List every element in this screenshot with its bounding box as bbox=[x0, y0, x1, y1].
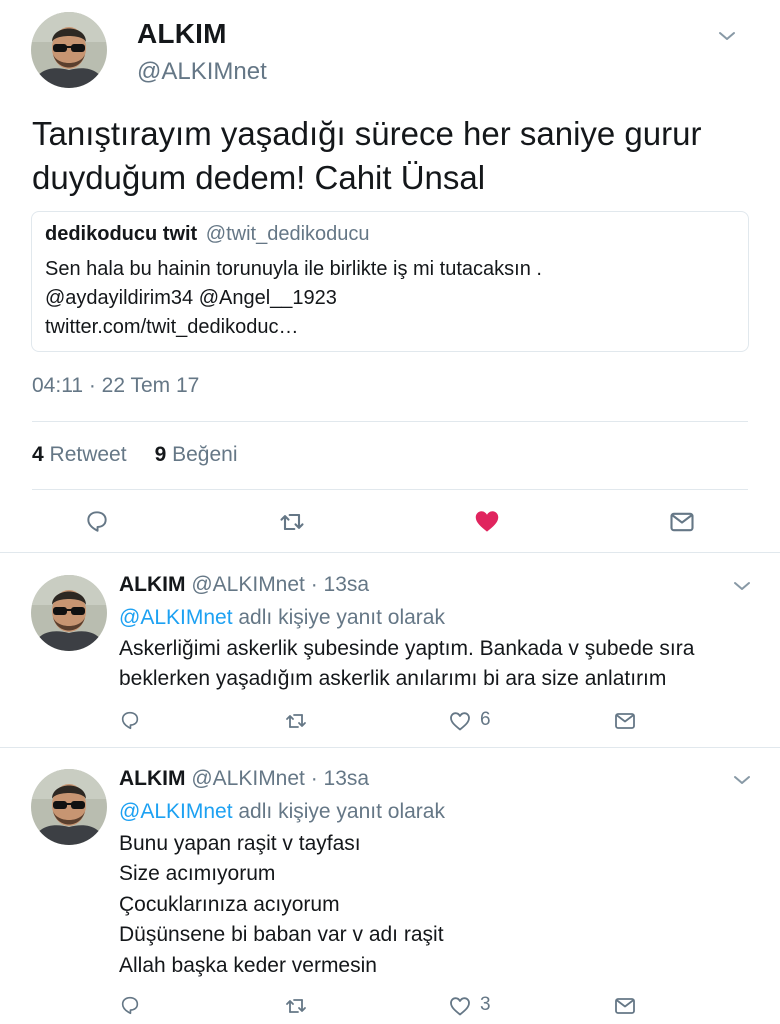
reply-author-name: ALKIM bbox=[119, 767, 186, 790]
reply-to-link[interactable]: @ALKIMnet bbox=[119, 800, 233, 823]
chevron-down-icon[interactable] bbox=[733, 580, 751, 592]
main-tweet-text: Tanıştırayım yaşadığı sürece her saniye … bbox=[32, 115, 702, 196]
reply-like-count: 3 bbox=[480, 994, 491, 1015]
divider bbox=[0, 552, 780, 553]
reply-icon[interactable] bbox=[84, 508, 110, 534]
main-tweet-author-handle[interactable]: @ALKIMnet bbox=[137, 58, 267, 86]
main-tweet-timestamp[interactable]: 04:11 · 22 Tem 17 bbox=[32, 374, 199, 398]
reply-to-suffix: adlı kişiye yanıt olarak bbox=[238, 800, 445, 823]
chevron-down-icon[interactable] bbox=[733, 774, 751, 786]
reply-author-name: ALKIM bbox=[119, 573, 186, 596]
reply-text-line: beklerken yaşadığım askerlik anılarımı b… bbox=[119, 667, 667, 690]
retweet-label: Retweet bbox=[49, 443, 127, 466]
reply-header[interactable]: ALKIM @ALKIMnet · 13sa bbox=[119, 767, 369, 791]
main-tweet-author-name[interactable]: ALKIM bbox=[137, 18, 227, 50]
like-label: Beğeni bbox=[172, 443, 238, 466]
reply-text-line: Size acımıyorum bbox=[119, 862, 276, 885]
reply-text-line: Askerliğimi askerlik şubesinde yaptım. B… bbox=[119, 637, 695, 660]
retweet-stat[interactable]: 4 Retweet bbox=[32, 443, 127, 466]
reply-to-suffix: adlı kişiye yanıt olarak bbox=[238, 606, 445, 629]
reply-to-link[interactable]: @ALKIMnet bbox=[119, 606, 233, 629]
engagement-stats: 4 Retweet 9 Beğeni bbox=[32, 443, 238, 467]
reply-context: @ALKIMnet adlı kişiye yanıt olarak bbox=[119, 606, 445, 630]
reply-icon[interactable] bbox=[119, 709, 141, 731]
divider bbox=[32, 421, 748, 422]
reply-text-line: Düşünsene bi baban var v adı raşit bbox=[119, 923, 444, 946]
message-icon[interactable] bbox=[613, 994, 637, 1018]
reply-text-line: Allah başka keder vermesin bbox=[119, 954, 377, 977]
quoted-tweet-author-handle: @twit_dedikoducu bbox=[205, 223, 370, 245]
reply-handle-time: @ALKIMnet · 13sa bbox=[191, 767, 370, 790]
like-stat[interactable]: 9 Beğeni bbox=[155, 443, 238, 466]
quoted-tweet-mentions[interactable]: @aydayildirim34 @Angel__1923 bbox=[45, 287, 337, 310]
chevron-down-icon[interactable] bbox=[718, 30, 736, 42]
divider bbox=[0, 747, 780, 748]
message-icon[interactable] bbox=[613, 709, 637, 733]
reply-like-count: 6 bbox=[480, 709, 491, 730]
retweet-icon[interactable] bbox=[284, 709, 308, 733]
quoted-tweet-author-name: dedikoducu twit bbox=[45, 223, 198, 245]
retweet-icon[interactable] bbox=[278, 508, 306, 536]
heart-icon[interactable] bbox=[448, 709, 472, 733]
reply-handle-time: @ALKIMnet · 13sa bbox=[191, 573, 370, 596]
quoted-tweet-link[interactable]: twitter.com/twit_dedikoduc… bbox=[45, 316, 298, 339]
quoted-tweet-card[interactable]: dedikoducu twit @twit_dedikoducu Sen hal… bbox=[31, 211, 749, 352]
reply-avatar[interactable] bbox=[31, 769, 107, 845]
main-tweet-avatar[interactable] bbox=[31, 12, 107, 88]
message-icon[interactable] bbox=[668, 508, 696, 536]
like-count: 9 bbox=[154, 443, 167, 466]
quoted-tweet-text-line: Sen hala bu hainin torunuyla ile birlikt… bbox=[45, 258, 542, 280]
reply-text-line: Çocuklarınıza acıyorum bbox=[119, 893, 340, 916]
reply-avatar[interactable] bbox=[31, 575, 107, 651]
reply-context: @ALKIMnet adlı kişiye yanıt olarak bbox=[119, 800, 445, 824]
heart-filled-icon[interactable] bbox=[472, 506, 502, 536]
retweet-icon[interactable] bbox=[284, 994, 308, 1018]
heart-icon[interactable] bbox=[448, 994, 472, 1018]
reply-icon[interactable] bbox=[119, 994, 141, 1016]
reply-text-line: Bunu yapan raşit v tayfası bbox=[119, 832, 361, 855]
reply-header[interactable]: ALKIM @ALKIMnet · 13sa bbox=[119, 573, 369, 597]
retweet-count: 4 bbox=[32, 443, 44, 466]
divider bbox=[32, 489, 748, 490]
